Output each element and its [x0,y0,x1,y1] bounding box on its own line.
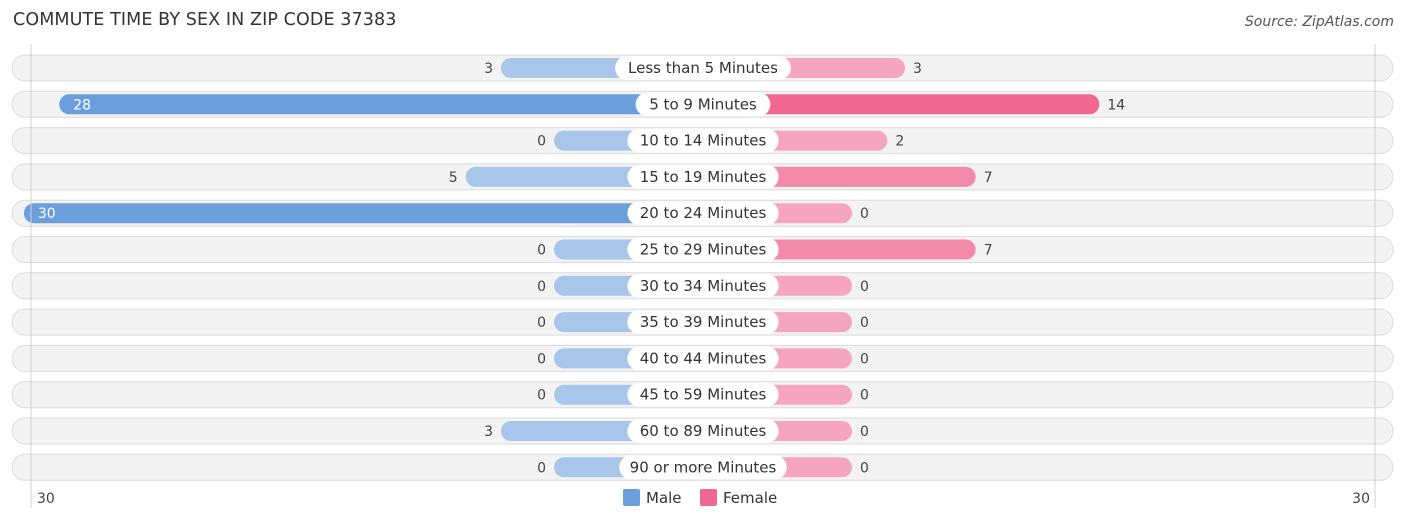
chart-row: 15 to 19 Minutes 5 7 [11,163,1394,191]
chart-row: 35 to 39 Minutes 0 0 [11,308,1394,336]
category-label: 15 to 19 Minutes [640,168,767,186]
value-label-female: 0 [860,460,869,476]
category-label: 10 to 14 Minutes [640,132,767,150]
category-label: 20 to 24 Minutes [640,204,767,222]
value-label-female: 14 [1107,97,1125,113]
value-label-male: 0 [537,243,546,259]
value-label-male: 0 [537,388,546,404]
value-label-female: 3 [913,61,922,77]
legend-label-female: Female [723,489,777,507]
legend-swatch-female [700,489,717,506]
value-label-female: 0 [860,351,869,367]
chart-row: 45 to 59 Minutes 0 0 [11,381,1394,409]
chart-row: 30 to 34 Minutes 0 0 [11,272,1394,300]
value-label-male: 0 [537,315,546,331]
chart-row: Less than 5 Minutes 3 3 [11,54,1394,82]
value-label-male: 0 [537,351,546,367]
chart-row: 10 to 14 Minutes 0 2 [11,127,1394,155]
value-label-male: 3 [484,61,493,77]
value-label-female: 0 [860,279,869,295]
value-label-male: 0 [537,279,546,295]
bar-male [59,94,704,115]
category-label: Less than 5 Minutes [628,59,778,77]
category-label: 45 to 59 Minutes [640,386,767,404]
value-label-female: 0 [860,424,869,440]
value-label-female: 7 [984,243,993,259]
chart-row: 90 or more Minutes 0 0 [11,453,1394,481]
value-label-male: 28 [73,97,91,113]
category-label: 30 to 34 Minutes [640,277,767,295]
value-label-male: 0 [537,460,546,476]
value-label-female: 7 [984,170,993,186]
legend-label-male: Male [646,489,682,507]
value-label-male: 30 [38,206,56,222]
chart-row: 20 to 24 Minutes 30 0 [11,199,1394,227]
category-label: 40 to 44 Minutes [640,349,767,367]
value-label-female: 0 [860,388,869,404]
value-label-female: 2 [895,134,904,150]
value-label-male: 0 [537,134,546,150]
category-label: 60 to 89 Minutes [640,422,767,440]
axis-tick-left: 30 [37,491,55,507]
commute-chart: Less than 5 Minutes 3 3 5 to 9 Minutes 28 14 1… [11,44,1394,508]
chart-row: 60 to 89 Minutes 3 0 [11,417,1394,445]
value-label-female: 0 [860,315,869,331]
chart-row: 25 to 29 Minutes 0 7 [11,236,1394,263]
value-label-male: 5 [449,170,458,186]
axis-tick-right: 30 [1352,491,1370,507]
value-label-female: 0 [860,206,869,222]
chart-row: 40 to 44 Minutes 0 0 [11,344,1394,372]
category-label: 25 to 29 Minutes [640,241,767,259]
value-label-male: 3 [484,424,493,440]
chart-row: 5 to 9 Minutes 28 14 [11,90,1394,118]
legend: Male Female [623,489,777,507]
category-label: 35 to 39 Minutes [640,313,767,331]
bar-male [23,203,703,224]
category-label: 5 to 9 Minutes [649,95,757,113]
category-label: 90 or more Minutes [630,458,777,476]
legend-swatch-male [623,489,640,506]
